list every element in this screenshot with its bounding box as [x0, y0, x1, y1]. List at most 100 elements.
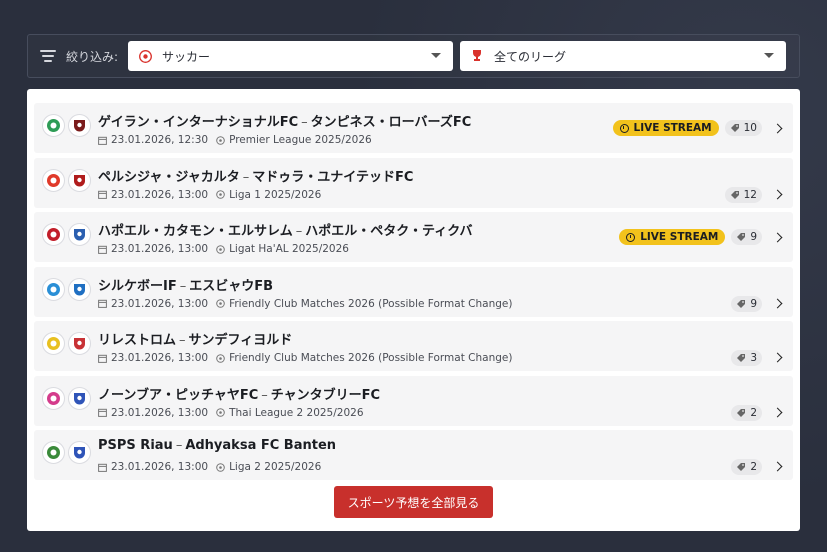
match-row[interactable]: ノーンブア・ピッチャヤFC – チャンタブリーFC 23.01.2026, 13:0… [34, 375, 793, 426]
clock-icon [626, 232, 636, 242]
chevron-right-icon[interactable] [772, 407, 783, 417]
soccer-ball-icon [138, 49, 152, 63]
calendar-icon [98, 136, 107, 145]
league-select[interactable]: 全てのリーグ [460, 41, 787, 71]
match-league: Thai League 2 2025/2026 [229, 406, 364, 419]
away-team-name: タンピネス・ローバーズFC [310, 115, 472, 130]
tips-count-badge: 12 [724, 186, 762, 203]
match-actions: 2 [731, 430, 783, 480]
league-select-value: 全てのリーグ [494, 49, 567, 64]
sport-select[interactable]: サッカー [128, 41, 454, 71]
calendar-icon [98, 354, 107, 363]
vs-separator: – [179, 333, 186, 348]
home-team-logo [42, 223, 65, 246]
tag-icon [730, 123, 740, 133]
match-actions: 12 [724, 158, 783, 208]
live-stream-badge[interactable]: LIVE STREAM [612, 120, 719, 136]
tips-count: 3 [750, 352, 757, 364]
match-datetime: 23.01.2026, 13:00 [111, 243, 209, 255]
tips-count: 12 [743, 188, 757, 201]
chevron-right-icon[interactable] [772, 189, 783, 199]
home-team-logo [42, 441, 65, 464]
match-title[interactable]: ゲイラン・インターナショナルFC – タンピネス・ローバーズFC [98, 111, 471, 130]
away-team-name: マドゥラ・ユナイテッドFC [252, 169, 414, 185]
match-row[interactable]: ペルシジャ・ジャカルタ – マドゥラ・ユナイテッドFC 23.01.2026, 13… [34, 157, 793, 208]
team-logos [42, 386, 94, 410]
match-row[interactable]: ハポエル・カタモン・エルサレム – ハポエル・ペタク・ティクバ 23.01.2026… [34, 212, 793, 262]
calendar-icon [98, 463, 107, 472]
match-row[interactable]: リレストロム – サンデフィヨルド 23.01.2026, 13:00 Friend… [34, 321, 793, 371]
home-team-logo [42, 386, 65, 410]
league-icon [216, 299, 225, 308]
home-team-name: ハポエル・カタモン・エルサレム [98, 224, 293, 239]
match-actions: LIVE STREAM 10 [612, 103, 783, 153]
away-team-name: サンデフィヨルド [188, 333, 293, 348]
league-icon [216, 408, 225, 417]
team-logos [42, 168, 94, 192]
view-all-predictions-button[interactable]: スポーツ予想を全部見る [334, 486, 493, 518]
chevron-right-icon[interactable] [772, 461, 783, 472]
match-title[interactable]: ペルシジャ・ジャカルタ – マドゥラ・ユナイテッドFC [98, 166, 413, 185]
match-datetime: 23.01.2026, 12:30 [111, 134, 209, 146]
tips-count-badge: 10 [724, 120, 762, 136]
tips-count: 2 [750, 461, 757, 473]
match-meta: 23.01.2026, 13:00 Friendly Club Matches … [98, 298, 512, 310]
chevron-down-icon [431, 53, 442, 58]
match-meta: 23.01.2026, 13:00 Friendly Club Matches … [98, 352, 512, 364]
away-team-name: エスビャウFB [189, 278, 274, 294]
filter-bar: 絞り込み: サッカー 全てのリーグ [27, 34, 800, 78]
league-icon [216, 462, 225, 472]
away-team-logo [68, 332, 91, 355]
away-team-logo [68, 277, 91, 301]
chevron-down-icon [764, 53, 775, 58]
away-team-name: チャンタブリーFC [270, 387, 381, 403]
match-list: ゲイラン・インターナショナルFC – タンピネス・ローバーズFC 23.01.202… [34, 103, 793, 480]
match-league: Friendly Club Matches 2026 (Possible For… [229, 297, 513, 310]
home-team-name: ペルシジャ・ジャカルタ [98, 169, 240, 185]
tag-icon [730, 190, 740, 200]
match-title[interactable]: シルケボーIF – エスビャウFB [98, 275, 273, 294]
match-row[interactable]: PSPS Riau – Adhyaksa FC Banten 23.01.2026,… [34, 430, 793, 480]
match-title[interactable]: ハポエル・カタモン・エルサレム – ハポエル・ペタク・ティクバ [98, 220, 473, 239]
away-team-logo [68, 441, 91, 464]
live-stream-label: LIVE STREAM [640, 231, 719, 243]
clock-icon [619, 123, 629, 133]
match-title[interactable]: PSPS Riau – Adhyaksa FC Banten [98, 438, 336, 453]
chevron-right-icon[interactable] [772, 298, 783, 308]
match-datetime: 23.01.2026, 13:00 [111, 406, 209, 419]
calendar-icon [98, 190, 107, 199]
chevron-right-icon[interactable] [772, 123, 783, 133]
away-team-logo [68, 114, 91, 137]
home-team-logo [42, 168, 65, 192]
vs-separator: – [242, 169, 250, 185]
vs-separator: – [301, 115, 308, 130]
home-team-name: ノーンブア・ピッチャヤFC [98, 387, 259, 403]
tips-count-badge: 2 [731, 459, 762, 475]
sport-select-value: サッカー [162, 49, 211, 64]
match-meta: 23.01.2026, 13:00 Liga 1 2025/2026 [98, 189, 321, 201]
league-icon [216, 353, 225, 363]
chevron-right-icon[interactable] [772, 232, 783, 242]
calendar-icon [98, 408, 107, 417]
calendar-icon [98, 299, 107, 308]
tag-icon [736, 353, 746, 363]
tips-count-badge: 9 [731, 295, 762, 312]
match-title[interactable]: ノーンブア・ピッチャヤFC – チャンタブリーFC [98, 384, 380, 403]
match-datetime: 23.01.2026, 13:00 [111, 297, 209, 310]
live-stream-badge[interactable]: LIVE STREAM [619, 229, 726, 245]
match-league: Liga 2 2025/2026 [229, 461, 322, 473]
team-logos [42, 441, 94, 464]
match-row[interactable]: シルケボーIF – エスビャウFB 23.01.2026, 13:00 Friend… [34, 266, 793, 317]
tips-count: 9 [750, 297, 757, 310]
chevron-right-icon[interactable] [772, 352, 783, 363]
match-actions: 9 [731, 267, 783, 317]
trophy-icon [470, 49, 484, 63]
match-row[interactable]: ゲイラン・インターナショナルFC – タンピネス・ローバーズFC 23.01.202… [34, 103, 793, 153]
home-team-name: シルケボーIF [98, 278, 177, 294]
tips-count: 2 [750, 406, 757, 419]
team-logos [42, 277, 94, 301]
home-team-logo [42, 277, 65, 301]
league-icon [216, 244, 225, 254]
home-team-name: PSPS Riau [98, 438, 173, 453]
match-title[interactable]: リレストロム – サンデフィヨルド [98, 329, 292, 348]
